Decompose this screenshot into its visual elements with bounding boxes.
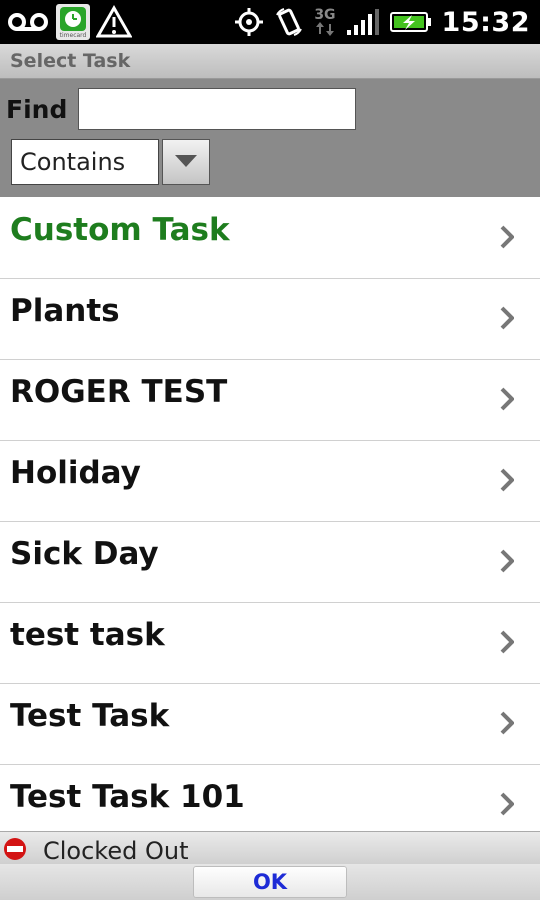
ok-button-label: OK: [252, 870, 288, 894]
task-label: ROGER TEST: [10, 374, 228, 410]
voicemail-icon: [6, 10, 50, 34]
app-notification-icon: timecard: [56, 4, 90, 40]
task-label: Holiday: [10, 455, 141, 491]
page-title: Select Task: [10, 50, 131, 72]
task-item-test-task-101[interactable]: Test Task 101: [0, 765, 540, 831]
task-list: Custom Task Plants ROGER TEST Holiday Si…: [0, 198, 540, 831]
network-type-indicator: 3G: [314, 7, 336, 36]
find-panel: Find Contains: [0, 79, 540, 197]
match-mode-dropdown-button[interactable]: [162, 139, 210, 185]
task-label: Test Task 101: [10, 779, 245, 815]
chevron-down-icon: [174, 153, 198, 172]
battery-charging-icon: [389, 10, 432, 34]
clocked-out-stop-icon: [3, 837, 27, 861]
task-item-roger-test[interactable]: ROGER TEST: [0, 360, 540, 441]
chevron-right-icon: [496, 303, 518, 333]
network-type-label: 3G: [314, 7, 336, 23]
task-item-sick-day[interactable]: Sick Day: [0, 522, 540, 603]
system-icons: 3G 15:32: [234, 4, 530, 40]
action-bar: OK: [0, 864, 540, 900]
match-mode-select[interactable]: Contains: [11, 139, 159, 185]
rotate-lock-icon: [274, 7, 304, 37]
chevron-right-icon: [496, 222, 518, 252]
signal-icon: [346, 8, 380, 36]
task-item-holiday[interactable]: Holiday: [0, 441, 540, 522]
clock: 15:32: [441, 6, 530, 38]
find-input[interactable]: [78, 88, 356, 130]
task-label: Custom Task: [10, 212, 230, 248]
task-item-custom-task[interactable]: Custom Task: [0, 198, 540, 279]
warning-icon: [96, 5, 132, 39]
find-label: Find: [6, 95, 68, 124]
task-item-test-task[interactable]: Test Task: [0, 684, 540, 765]
notification-area: timecard: [6, 4, 132, 40]
status-bar: timecard 3G 15:32: [0, 0, 540, 44]
chevron-right-icon: [496, 789, 518, 819]
chevron-right-icon: [496, 384, 518, 414]
app-icon-caption: timecard: [59, 31, 87, 39]
task-label: Test Task: [10, 698, 170, 734]
task-item-plants[interactable]: Plants: [0, 279, 540, 360]
ok-button[interactable]: OK: [193, 866, 347, 898]
task-label: Plants: [10, 293, 120, 329]
chevron-right-icon: [496, 465, 518, 495]
task-label: test task: [10, 617, 165, 653]
match-mode-value: Contains: [20, 148, 126, 176]
task-item-test-task-lower[interactable]: test task: [0, 603, 540, 684]
task-label: Sick Day: [10, 536, 159, 572]
title-bar: Select Task: [0, 44, 540, 79]
chevron-right-icon: [496, 708, 518, 738]
clock-status-bar: Clocked Out: [0, 831, 540, 865]
clock-status-text: Clocked Out: [43, 837, 189, 865]
chevron-right-icon: [496, 546, 518, 576]
gps-icon: [234, 7, 264, 37]
chevron-right-icon: [496, 627, 518, 657]
